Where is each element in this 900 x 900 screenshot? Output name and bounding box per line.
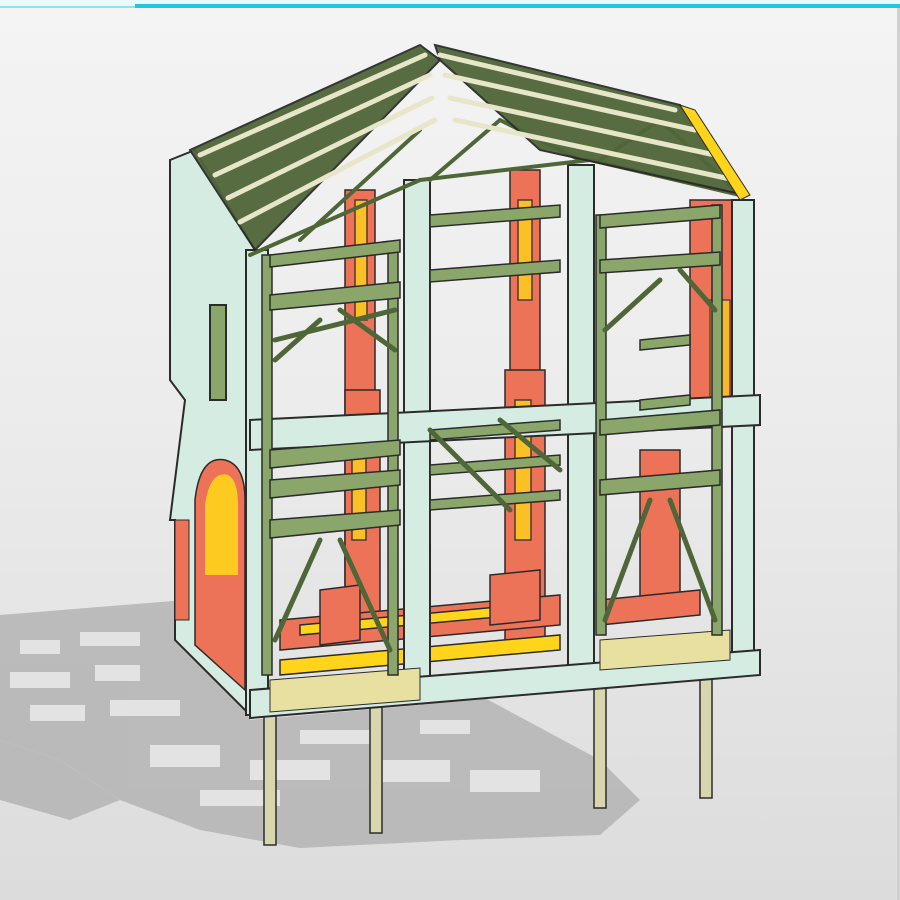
pile-3 — [593, 679, 607, 809]
structural-model-render[interactable] — [0, 0, 900, 900]
3d-viewport[interactable] — [0, 0, 900, 900]
pile-2 — [369, 704, 383, 834]
pile-4 — [699, 669, 713, 799]
left-wall-window — [209, 304, 227, 401]
concrete-column-right — [731, 199, 755, 661]
pile-1 — [263, 709, 277, 846]
